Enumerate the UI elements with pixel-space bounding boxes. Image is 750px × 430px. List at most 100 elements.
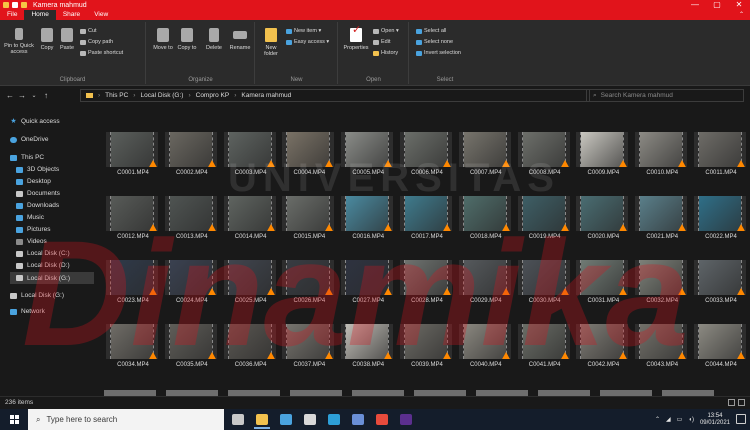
back-arrow-icon[interactable]: ←	[4, 91, 16, 100]
rename-button[interactable]: Rename	[227, 28, 253, 51]
sidebar-item-this-pc[interactable]: This PC	[10, 154, 44, 161]
show-hidden-icons-icon[interactable]: ⌃	[655, 416, 660, 423]
breadcrumb-this-pc[interactable]: This PC	[105, 92, 128, 99]
file-name: C0033.MP4	[705, 298, 737, 304]
expand-ribbon-icon[interactable]: ⌃	[739, 10, 744, 20]
scissors-icon	[80, 28, 86, 34]
large-icons-view-icon[interactable]	[738, 399, 745, 406]
paste-button[interactable]: Paste	[58, 28, 76, 51]
select-none-button[interactable]: Select none	[416, 39, 453, 45]
vlc-cone-icon	[736, 288, 746, 295]
close-button[interactable]: ✕	[728, 0, 750, 10]
details-view-icon[interactable]	[728, 399, 735, 406]
file-item[interactable]: C0011.MP4	[692, 132, 750, 188]
task-view-icon[interactable]	[232, 414, 244, 425]
file-item[interactable]: C0010.MP4	[633, 132, 691, 188]
tab-home[interactable]: Home	[24, 10, 56, 20]
sidebar-item-documents[interactable]: Documents	[16, 190, 60, 197]
breadcrumb-separator-icon: ›	[234, 92, 237, 99]
new-item-icon	[286, 28, 292, 34]
file-name: C0022.MP4	[705, 234, 737, 240]
mail-icon[interactable]	[280, 414, 292, 425]
settings-icon[interactable]	[352, 414, 364, 425]
breadcrumb-local-disk-g[interactable]: Local Disk (G:)	[140, 92, 183, 99]
new-folder-button[interactable]: New folder	[260, 28, 282, 57]
edge-icon[interactable]	[328, 414, 340, 425]
chrome-icon[interactable]	[376, 414, 388, 425]
pin-quick-access-button[interactable]: Pin to Quick access	[2, 28, 36, 55]
sidebar-item-desktop[interactable]: Desktop	[16, 178, 51, 185]
copy-to-button[interactable]: Copy to	[177, 28, 197, 51]
store-icon[interactable]	[304, 414, 316, 425]
select-all-icon	[416, 28, 422, 34]
cut-button[interactable]: Cut	[80, 28, 97, 34]
open-button[interactable]: Open ▾	[373, 28, 399, 34]
file-item[interactable]: C0001.MP4	[104, 132, 162, 188]
easy-access-button[interactable]: Easy access ▾	[286, 39, 329, 45]
sidebar-item-3d-objects[interactable]: 3D Objects	[16, 166, 59, 173]
clock[interactable]: 13:54 09/01/2021	[700, 413, 730, 427]
properties-icon[interactable]	[12, 2, 18, 8]
system-tray: ⌃ ◢ ▭ ◖) 13:54 09/01/2021	[655, 409, 730, 430]
maximize-button[interactable]: ▢	[706, 0, 728, 10]
taskbar: ⌕ Type here to search ⌃ ◢ ▭ ◖) 13:54 09/…	[0, 409, 750, 430]
file-item[interactable]: C0033.MP4	[692, 260, 750, 316]
move-to-button[interactable]: Move to	[153, 28, 173, 51]
sidebar-item-onedrive[interactable]: OneDrive	[10, 136, 48, 143]
thumbnail-image	[699, 132, 741, 167]
address-box[interactable]: › This PC › Local Disk (G:) › Compro KP …	[80, 89, 590, 102]
paste-shortcut-button[interactable]: Paste shortcut	[80, 50, 123, 56]
new-item-button[interactable]: New item ▾	[286, 28, 321, 34]
select-all-button[interactable]: Select all	[416, 28, 446, 34]
file-item[interactable]: C0009.MP4	[574, 132, 632, 188]
sidebar-item-quick-access[interactable]: ★ Quick access	[10, 117, 59, 126]
cube-icon	[16, 166, 23, 173]
volume-icon[interactable]: ◖)	[688, 417, 694, 423]
thumbnail-image	[699, 196, 741, 231]
edit-button[interactable]: Edit	[373, 39, 390, 45]
notification-center-icon[interactable]	[736, 414, 746, 424]
copy-button[interactable]: Copy	[38, 28, 56, 51]
clipboard-group: Pin to Quick access Copy Paste Cut Copy …	[0, 22, 146, 84]
file-item[interactable]: C0044.MP4	[692, 324, 750, 380]
file-name: C0011.MP4	[705, 170, 737, 176]
properties-button[interactable]: Properties	[341, 27, 371, 51]
vlc-cone-icon	[677, 160, 688, 167]
copy-path-icon	[80, 39, 86, 45]
file-item[interactable]: C0022.MP4	[692, 196, 750, 252]
video-thumbnail	[635, 132, 688, 167]
file-item[interactable]: C0002.MP4	[163, 132, 221, 188]
sidebar-item-downloads[interactable]: Downloads	[16, 202, 59, 209]
video-thumbnail	[694, 260, 746, 295]
new-folder-icon[interactable]	[21, 2, 27, 8]
copy-path-button[interactable]: Copy path	[80, 39, 113, 45]
properties-icon	[350, 27, 362, 42]
tab-view[interactable]: View	[87, 10, 115, 20]
tab-file[interactable]: File	[0, 10, 24, 20]
folder-icon[interactable]	[3, 2, 9, 8]
tab-share[interactable]: Share	[56, 10, 87, 20]
group-label: Clipboard	[59, 77, 86, 83]
recent-chevron-down-icon[interactable]: ⌄	[28, 92, 40, 99]
folder-icon	[86, 93, 93, 98]
network-status-icon[interactable]: ◢	[666, 416, 671, 423]
ribbon-tabs: File Home Share View ⌃	[0, 10, 750, 20]
history-button[interactable]: History	[373, 50, 398, 56]
invert-selection-button[interactable]: Invert selection	[416, 50, 461, 56]
windows-start-icon[interactable]	[10, 415, 24, 424]
premiere-icon[interactable]	[400, 414, 412, 425]
up-arrow-icon[interactable]: ↑	[40, 91, 52, 100]
taskbar-search-input[interactable]: ⌕ Type here to search	[28, 409, 224, 430]
file-explorer-icon[interactable]	[254, 414, 270, 429]
forward-arrow-icon[interactable]: →	[16, 91, 28, 100]
breadcrumb-kamera-mahmud[interactable]: Kamera mahmud	[241, 92, 291, 99]
search-input[interactable]: ⌕ Search Kamera mahmud	[586, 89, 744, 102]
minimize-button[interactable]: —	[684, 0, 706, 10]
thumbnail-image	[640, 132, 683, 167]
paste-icon	[61, 28, 73, 42]
battery-icon[interactable]: ▭	[677, 416, 683, 423]
breadcrumb-compro-kp[interactable]: Compro KP	[196, 92, 230, 99]
thumbnail-image	[699, 260, 741, 295]
address-bar-row: ← → ⌄ ↑ › This PC › Local Disk (G:) › Co…	[0, 87, 750, 104]
delete-button[interactable]: Delete	[203, 28, 225, 51]
